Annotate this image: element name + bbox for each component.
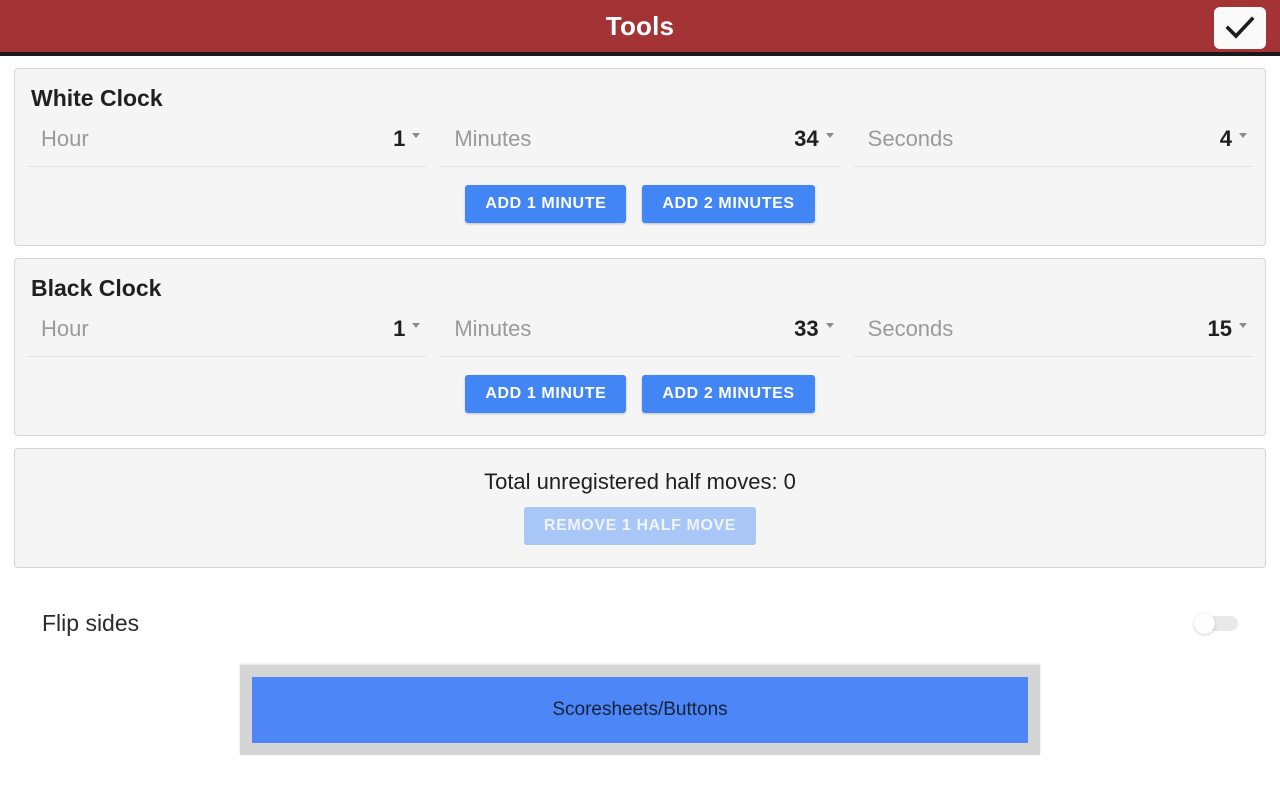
white-add-1-minute-button[interactable]: ADD 1 MINUTE: [465, 185, 627, 223]
chevron-down-icon: [412, 132, 421, 138]
app-header: Tools: [0, 0, 1280, 56]
toggle-thumb: [1194, 613, 1215, 634]
black-clock-card: Black Clock Hour 1 Minutes 33 Seconds 15…: [14, 258, 1266, 436]
half-moves-card: Total unregistered half moves: 0 REMOVE …: [14, 448, 1266, 568]
chevron-down-icon: [825, 132, 834, 138]
white-clock-buttons: ADD 1 MINUTE ADD 2 MINUTES: [15, 167, 1265, 245]
field-value: 15: [1207, 316, 1232, 341]
black-clock-title: Black Clock: [31, 275, 162, 301]
confirm-button[interactable]: [1214, 7, 1266, 49]
page-title: Tools: [605, 10, 675, 41]
chevron-down-icon: [1238, 132, 1247, 138]
chevron-down-icon: [1238, 322, 1247, 328]
field-label: Minutes: [454, 316, 532, 341]
flip-sides-toggle[interactable]: [1192, 613, 1238, 635]
check-icon: [1225, 15, 1255, 41]
black-clock-seconds-field[interactable]: Seconds 15: [853, 308, 1253, 357]
black-clock-hour-field[interactable]: Hour 1: [27, 308, 427, 357]
field-value-group[interactable]: 1: [393, 316, 421, 342]
half-moves-status: Total unregistered half moves: 0: [484, 469, 796, 494]
field-label: Hour: [41, 126, 89, 151]
field-label: Seconds: [867, 126, 954, 151]
field-value-group[interactable]: 15: [1208, 316, 1247, 342]
field-value: 34: [794, 126, 819, 151]
half-moves-section: Total unregistered half moves: 0 REMOVE …: [15, 449, 1265, 567]
field-value-group[interactable]: 33: [794, 316, 834, 342]
half-moves-button-wrap: REMOVE 1 HALF MOVE: [15, 495, 1265, 545]
white-clock-title: White Clock: [31, 85, 163, 111]
black-add-1-minute-button[interactable]: ADD 1 MINUTE: [465, 375, 627, 413]
scoresheets-buttons-button[interactable]: Scoresheets/Buttons: [252, 677, 1028, 743]
chevron-down-icon: [412, 322, 421, 328]
bottom-panel: Scoresheets/Buttons: [240, 665, 1040, 755]
flip-sides-row[interactable]: Flip sides: [14, 568, 1266, 637]
black-clock-minutes-field[interactable]: Minutes 33: [440, 308, 840, 357]
field-value-group[interactable]: 1: [393, 126, 421, 152]
field-value-group[interactable]: 4: [1220, 126, 1247, 152]
field-label: Hour: [41, 316, 89, 341]
white-add-2-minutes-button[interactable]: ADD 2 MINUTES: [642, 185, 815, 223]
field-value-group[interactable]: 34: [794, 126, 834, 152]
black-clock-fields: Hour 1 Minutes 33 Seconds 15: [15, 302, 1265, 357]
flip-sides-label: Flip sides: [42, 610, 140, 636]
black-clock-buttons: ADD 1 MINUTE ADD 2 MINUTES: [15, 357, 1265, 435]
white-clock-seconds-field[interactable]: Seconds 4: [853, 118, 1253, 167]
bottom-panel-wrap: Scoresheets/Buttons: [14, 637, 1266, 755]
field-label: Minutes: [454, 126, 532, 151]
page-content: White Clock Hour 1 Minutes 34 Seconds 4 …: [0, 68, 1280, 755]
white-clock-hour-field[interactable]: Hour 1: [27, 118, 427, 167]
field-value: 4: [1219, 126, 1232, 151]
chevron-down-icon: [825, 322, 834, 328]
field-value: 33: [794, 316, 819, 341]
field-value: 1: [393, 316, 406, 341]
remove-half-move-button[interactable]: REMOVE 1 HALF MOVE: [523, 507, 757, 545]
white-clock-card: White Clock Hour 1 Minutes 34 Seconds 4 …: [14, 68, 1266, 246]
field-value: 1: [393, 126, 406, 151]
white-clock-minutes-field[interactable]: Minutes 34: [440, 118, 840, 167]
black-add-2-minutes-button[interactable]: ADD 2 MINUTES: [642, 375, 815, 413]
white-clock-fields: Hour 1 Minutes 34 Seconds 4: [15, 112, 1265, 167]
field-label: Seconds: [867, 316, 954, 341]
